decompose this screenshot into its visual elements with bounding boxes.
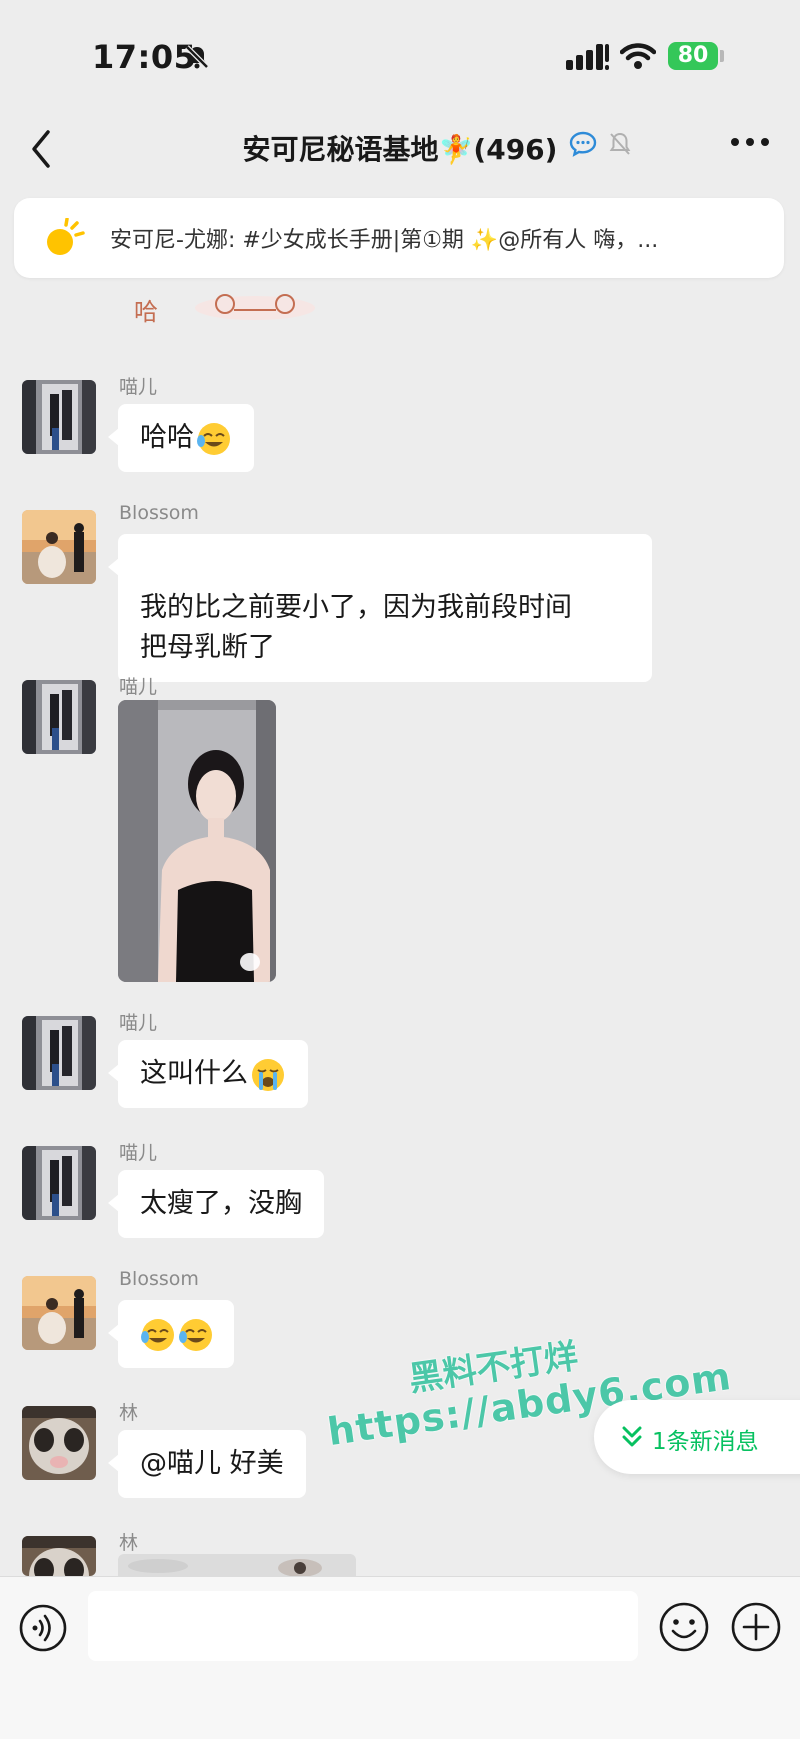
sun-icon [47,218,85,255]
voice-icon[interactable] [18,1603,68,1653]
partial-sticker: 哈 [130,290,330,326]
message-text: @喵儿 好美 [140,1448,284,1479]
new-messages-button[interactable]: 1条新消息 [594,1400,800,1474]
avatar[interactable] [22,380,96,454]
message-bubble[interactable] [108,1300,234,1368]
message-text: 哈哈 [140,422,194,453]
more-icon[interactable] [730,136,770,148]
sender-name: 林 [119,1532,139,1554]
sender-name: Blossom [119,502,199,524]
wifi-icon [620,43,656,69]
message-text: 这叫什么 [140,1058,248,1089]
avatar[interactable] [22,1276,96,1350]
chat-title[interactable]: 安可尼秘语基地🧚(496) [243,133,558,166]
avatar[interactable] [22,680,96,754]
sender-name: Blossom [119,1268,199,1290]
chat-header: 安可尼秘语基地🧚(496) [0,110,800,200]
image-message[interactable] [118,1554,356,1576]
bell-off-icon [609,132,631,155]
avatar[interactable] [22,510,96,584]
image-message[interactable] [118,700,276,982]
new-messages-label: 1条新消息 [652,1429,759,1455]
sender-name: 林 [119,1402,139,1424]
sender-name: 喵儿 [119,376,158,398]
sender-name: 喵儿 [119,1012,158,1034]
status-time: 17:05 [92,38,197,76]
status-bar: 17:05 80 [0,0,800,110]
message-text: 我的比之前要小了，因为我前段时间 把母乳断了 [140,592,572,663]
laugh-cry-emoji-icon [141,1318,174,1351]
title-icons [568,130,633,162]
message-bubble[interactable]: 我的比之前要小了，因为我前段时间 把母乳断了 [108,534,652,682]
avatar[interactable] [22,1406,96,1480]
battery-tip [720,50,724,62]
mute-icon [185,45,209,69]
emoji-icon[interactable] [658,1601,710,1653]
svg-text:哈: 哈 [134,298,158,326]
message-bubble[interactable]: @喵儿 好美 [108,1430,306,1498]
sender-name: 喵儿 [119,676,158,698]
chevron-double-down-icon [622,1426,642,1447]
message-input[interactable] [88,1591,638,1661]
laugh-cry-emoji-icon [197,422,230,455]
sender-name: 喵儿 [119,1142,158,1164]
avatar[interactable] [22,1146,96,1220]
chat-bubble-icon [569,131,597,157]
signal-icon [566,44,609,70]
pinned-announcement[interactable]: 安可尼-尤娜: #少女成长手册|第①期 ✨@所有人 嗨，... [14,198,784,278]
battery-indicator: 80 [668,42,718,70]
plus-icon[interactable] [730,1601,782,1653]
message-bubble[interactable]: 这叫什么 [108,1040,308,1108]
input-bar [0,1576,800,1739]
title-wrapper: 安可尼秘语基地🧚(496) [0,128,800,168]
message-bubble[interactable]: 哈哈 [108,404,254,472]
laugh-cry-emoji-icon [179,1318,212,1351]
avatar[interactable] [22,1536,96,1576]
message-bubble[interactable]: 太瘦了，没胸 [108,1170,324,1238]
pinned-text: 安可尼-尤娜: #少女成长手册|第①期 ✨@所有人 嗨，... [110,228,659,253]
avatar[interactable] [22,1016,96,1090]
message-text: 太瘦了，没胸 [140,1188,302,1219]
crying-emoji-icon [252,1058,284,1091]
